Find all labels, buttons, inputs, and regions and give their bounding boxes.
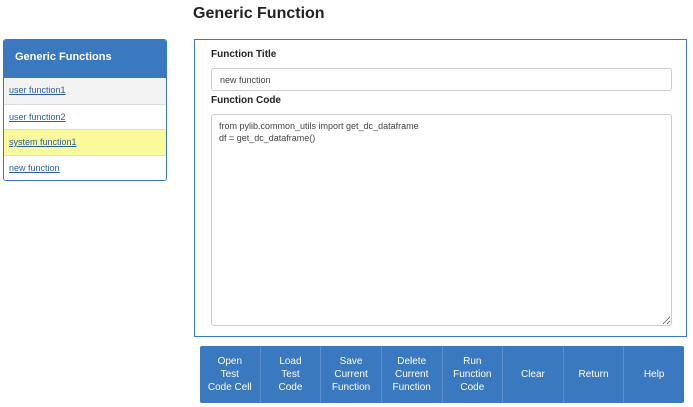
sidebar-link-new-function[interactable]: new function — [9, 163, 60, 173]
clear-button[interactable]: Clear — [503, 346, 564, 403]
load-test-code-button[interactable]: Load Test Code — [260, 346, 322, 403]
return-button[interactable]: Return — [563, 346, 625, 403]
save-current-function-button[interactable]: Save Current Function — [321, 346, 382, 403]
open-test-code-cell-button[interactable]: Open Test Code Cell — [200, 346, 261, 403]
delete-current-function-button[interactable]: Delete Current Function — [381, 346, 443, 403]
function-code-textarea[interactable]: from pylib.common_utils import get_dc_da… — [211, 114, 672, 326]
function-code-label: Function Code — [211, 95, 281, 106]
function-list: user function1 user function2 system fun… — [4, 78, 166, 180]
page-title: Generic Function — [193, 5, 325, 22]
sidebar-panel: Generic Functions user function1 user fu… — [3, 39, 167, 181]
function-title-input[interactable] — [211, 68, 672, 91]
function-title-label: Function Title — [211, 49, 277, 60]
function-form-panel: Function Title Function Code from pylib.… — [194, 39, 687, 337]
list-item: user function1 — [4, 78, 166, 104]
list-item: new function — [4, 154, 166, 180]
run-function-code-button[interactable]: Run Function Code — [442, 346, 504, 403]
list-item-selected: system function1 — [4, 129, 166, 155]
sidebar-link-user-function1[interactable]: user function1 — [9, 85, 66, 95]
list-item: user function2 — [4, 103, 166, 129]
action-button-bar: Open Test Code Cell Load Test Code Save … — [200, 346, 684, 403]
help-button[interactable]: Help — [624, 346, 684, 403]
sidebar-link-user-function2[interactable]: user function2 — [9, 112, 66, 122]
sidebar-link-system-function1[interactable]: system function1 — [9, 137, 77, 147]
sidebar-header: Generic Functions — [4, 40, 166, 78]
